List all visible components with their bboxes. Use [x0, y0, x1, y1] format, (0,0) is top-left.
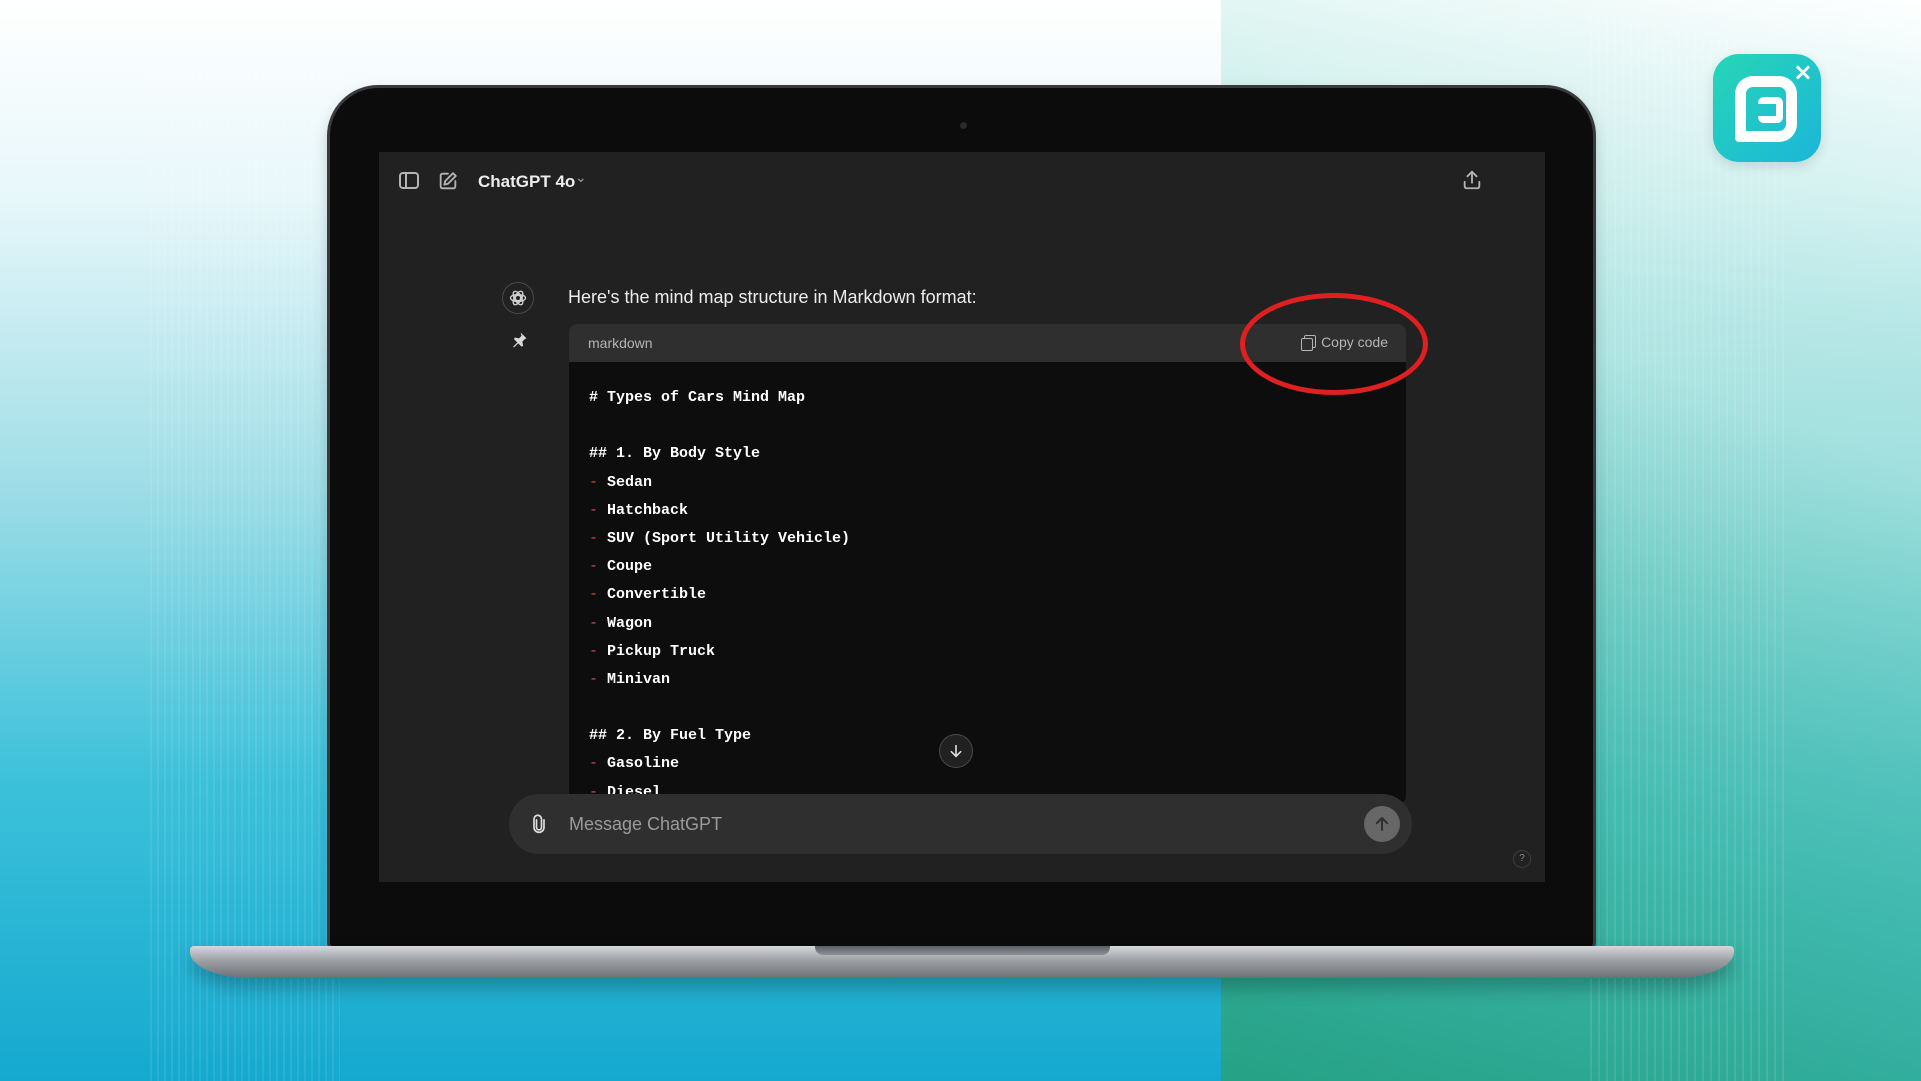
bullet-dash: - — [589, 586, 608, 604]
code-line: - Hatchback — [589, 497, 1406, 525]
code-line-text: Coupe — [607, 558, 653, 576]
sidebar-toggle-icon[interactable] — [399, 172, 419, 189]
bullet-dash: - — [589, 614, 608, 632]
code-line-text: Sedan — [607, 473, 653, 491]
code-block: markdown Copy code # Types of Cars Mind … — [569, 324, 1406, 804]
code-line: - Gasoline — [589, 750, 1406, 778]
bullet-dash: - — [589, 473, 608, 491]
code-line: - Pickup Truck — [589, 638, 1406, 666]
code-line-text: Hatchback — [607, 501, 689, 519]
code-line: # Types of Cars Mind Map — [589, 384, 1406, 412]
bullet-dash: - — [589, 558, 608, 576]
chevron-down-icon[interactable]: ⌄ — [575, 170, 587, 186]
background-stripes-right — [1590, 0, 1790, 1081]
pin-icon[interactable] — [509, 330, 529, 350]
edit-icon[interactable] — [437, 170, 459, 192]
code-line-text: SUV (Sport Utility Vehicle) — [607, 529, 851, 547]
code-line-text: Gasoline — [607, 755, 680, 773]
code-line-text: Minivan — [607, 670, 671, 688]
share-icon[interactable] — [1461, 169, 1483, 191]
logo-x-mark: × — [1792, 58, 1813, 86]
code-line: - Coupe — [589, 553, 1406, 581]
code-line: - Minivan — [589, 666, 1406, 694]
code-line-text: ## 2. By Fuel Type — [589, 727, 752, 745]
code-line: - SUV (Sport Utility Vehicle) — [589, 525, 1406, 553]
code-line-text: ## 1. By Body Style — [589, 445, 761, 463]
code-content: # Types of Cars Mind Map ## 1. By Body St… — [569, 362, 1406, 804]
code-line: ## 2. By Fuel Type — [589, 722, 1406, 750]
code-language-label: markdown — [588, 335, 653, 351]
model-selector[interactable]: ChatGPT 4o — [478, 172, 575, 192]
send-button[interactable] — [1364, 806, 1400, 842]
message-composer — [509, 794, 1412, 854]
code-line-text: Pickup Truck — [607, 642, 716, 660]
background-stripes-left — [150, 0, 340, 1081]
bullet-dash: - — [589, 529, 608, 547]
help-button[interactable]: ? — [1513, 850, 1531, 868]
code-line: - Convertible — [589, 581, 1406, 609]
code-line: - Wagon — [589, 610, 1406, 638]
paperclip-icon[interactable] — [529, 812, 549, 836]
bullet-dash: - — [589, 642, 608, 660]
brand-p-logo-icon: × — [1713, 54, 1821, 162]
openai-icon — [502, 282, 534, 314]
code-line: ## 1. By Body Style — [589, 440, 1406, 468]
annotation-highlight-circle — [1240, 293, 1428, 395]
scroll-to-bottom-button[interactable] — [939, 734, 973, 768]
logo-p-mark — [1735, 76, 1797, 142]
bullet-dash: - — [589, 501, 608, 519]
code-line-text: Wagon — [607, 614, 653, 632]
code-line-text: Convertible — [607, 586, 707, 604]
laptop-camera — [960, 122, 967, 129]
assistant-message-text: Here's the mind map structure in Markdow… — [568, 287, 977, 307]
bullet-dash: - — [589, 670, 608, 688]
arrow-up-icon — [1375, 817, 1389, 831]
top-bar: ChatGPT 4o ⌄ — [379, 152, 1545, 210]
laptop-hinge-notch — [815, 946, 1110, 955]
arrow-down-icon — [950, 744, 962, 758]
message-input[interactable] — [569, 806, 1329, 842]
bullet-dash: - — [589, 755, 608, 773]
chat-window: ChatGPT 4o ⌄ Here's the mind map structu… — [379, 152, 1545, 882]
code-line: - Sedan — [589, 469, 1406, 497]
code-line-text: # Types of Cars Mind Map — [589, 389, 806, 406]
